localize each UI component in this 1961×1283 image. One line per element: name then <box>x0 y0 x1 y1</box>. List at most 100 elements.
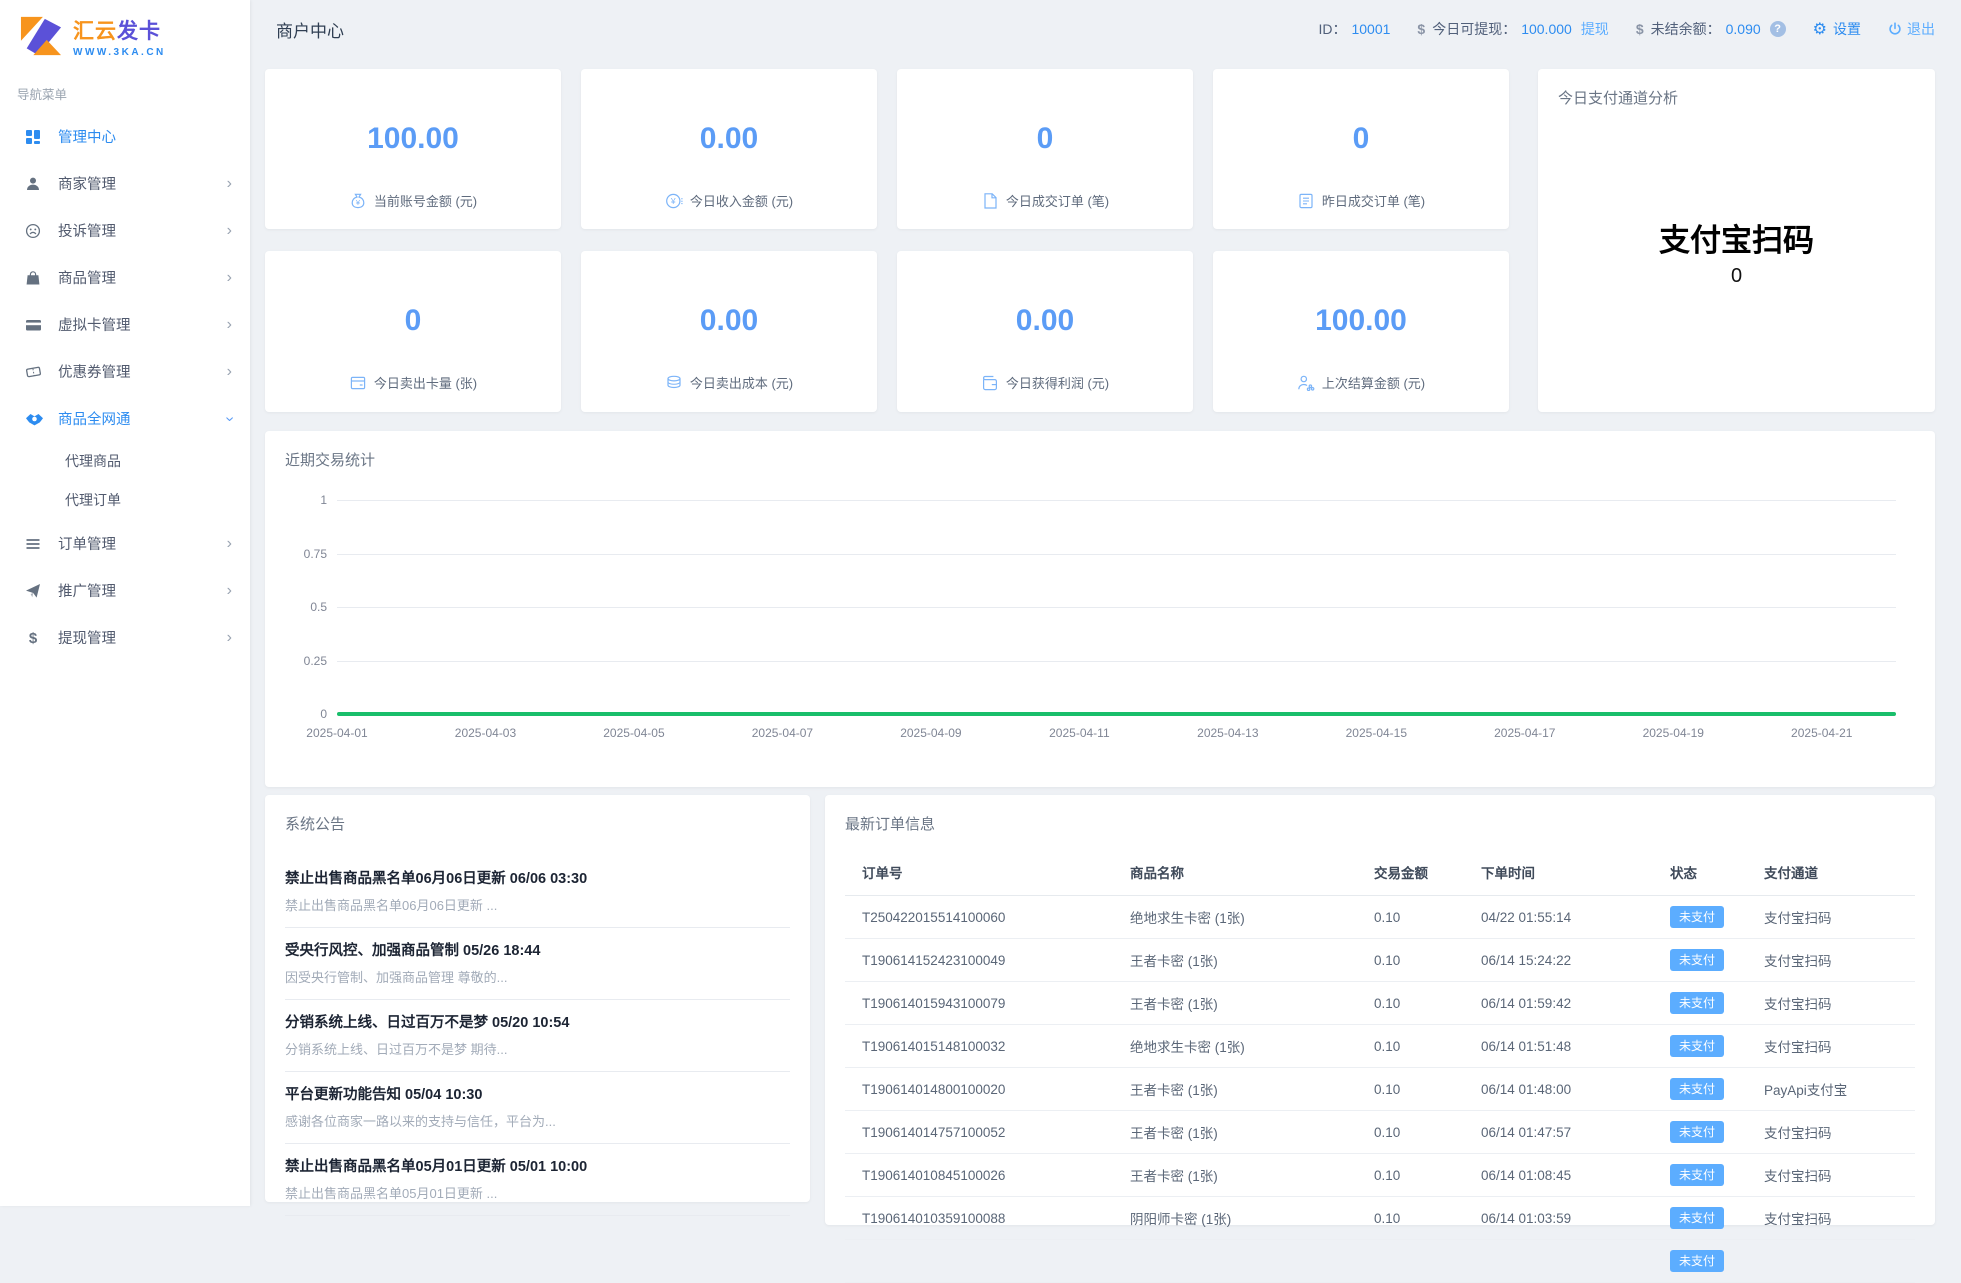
channel-cell: 支付宝扫码 <box>1747 938 1915 982</box>
withdraw-link[interactable]: 提现 <box>1581 19 1609 39</box>
table-row: 未支付 <box>845 1239 1915 1283</box>
merchant-id: ID： 10001 <box>1318 19 1390 39</box>
sidebar-item-商品全网通[interactable]: 商品全网通 › <box>0 395 250 442</box>
card-sold-icon <box>349 374 367 392</box>
order-no-cell: T250422015514100060 <box>845 895 1113 939</box>
orders-column-header: 交易金额 <box>1357 856 1464 896</box>
virtual-card-icon <box>25 317 45 333</box>
order-no-cell: T190614015943100079 <box>845 981 1113 1025</box>
product-cell: 王者卡密 (1张) <box>1113 938 1357 982</box>
channel-cell: 支付宝扫码 <box>1747 895 1915 939</box>
orders-column-header: 订单号 <box>845 856 1113 896</box>
yen-circle-icon: ¥ <box>665 192 683 210</box>
channel-cell: 支付宝扫码 <box>1747 1110 1915 1154</box>
x-axis-tick: 2025-04-17 <box>1494 726 1556 740</box>
sidebar-subitem-代理订单[interactable]: 代理订单 <box>0 481 250 520</box>
table-row: T190614015943100079 王者卡密 (1张) 0.10 06/14 01… <box>845 981 1915 1025</box>
stat-label: 当前账号金额 (元) <box>373 194 478 209</box>
order-status-cell: 未支付 <box>1653 895 1747 939</box>
order-no-cell <box>845 1239 1113 1283</box>
payment-channel-panel: 今日支付通道分析 支付宝扫码 0 <box>1538 69 1935 412</box>
settings-label: 设置 <box>1833 21 1861 37</box>
time-cell: 06/14 01:59:42 <box>1464 981 1653 1025</box>
notice-desc: 禁止出售商品黑名单06月06日更新 ... <box>285 898 498 913</box>
x-axis-tick: 2025-04-09 <box>900 726 962 740</box>
x-axis-tick: 2025-04-01 <box>306 726 368 740</box>
stat-value: 0 <box>1352 122 1370 155</box>
sidebar-item-商家管理[interactable]: 商家管理 › <box>0 160 250 207</box>
sidebar-item-label: 商家管理 <box>58 177 116 193</box>
document-icon <box>981 192 999 210</box>
sidebar-item-优惠券管理[interactable]: 优惠券管理 › <box>0 348 250 395</box>
nav-section-label: 导航菜单 <box>17 88 68 102</box>
sidebar-item-推广管理[interactable]: 推广管理 › <box>0 567 250 614</box>
payment-channel-summary: 支付宝扫码 0 <box>1538 215 1935 288</box>
product-cell: 绝地求生卡密 (1张) <box>1113 1024 1357 1068</box>
payment-channel-count: 0 <box>1730 265 1743 287</box>
chart-title: 近期交易统计 <box>285 452 376 469</box>
sidebar-item-虚拟卡管理[interactable]: 虚拟卡管理 › <box>0 301 250 348</box>
withdrawable-label: 今日可提现： <box>1432 21 1517 37</box>
order-no-cell: T190614015148100032 <box>845 1024 1113 1068</box>
amount-cell: 0.10 <box>1357 1110 1464 1154</box>
table-row: T190614014757100052 王者卡密 (1张) 0.10 06/14 01… <box>845 1110 1915 1154</box>
sidebar-item-商品管理[interactable]: 商品管理 › <box>0 254 250 301</box>
list-icon <box>1297 192 1315 210</box>
status-badge: 未支付 <box>1670 1035 1725 1057</box>
product-cell: 王者卡密 (1张) <box>1113 1110 1357 1154</box>
notice-title: 禁止出售商品黑名单05月01日更新 05/01 10:00 <box>285 1159 588 1175</box>
payment-channel-name: 支付宝扫码 <box>1659 223 1814 258</box>
time-cell: 06/14 01:48:00 <box>1464 1067 1653 1111</box>
sidebar-item-管理中心[interactable]: 管理中心 <box>0 113 250 160</box>
amount-cell: 0.10 <box>1357 1196 1464 1240</box>
sidebar-item-订单管理[interactable]: 订单管理 › <box>0 520 250 567</box>
orders-column-header: 商品名称 <box>1113 856 1357 896</box>
brand-logo-icon <box>18 15 64 57</box>
settings-button[interactable]: ⚙ 设置 <box>1813 19 1861 39</box>
sidebar-item-投诉管理[interactable]: 投诉管理 › <box>0 207 250 254</box>
sidebar-item-提现管理[interactable]: $ 提现管理 › <box>0 614 250 661</box>
product-cell: 王者卡密 (1张) <box>1113 981 1357 1025</box>
chevron-down-icon: › <box>221 415 239 422</box>
sidebar-item-label: 推广管理 <box>58 584 116 600</box>
gridline <box>337 607 1896 608</box>
product-cell: 王者卡密 (1张) <box>1113 1067 1357 1111</box>
stat-card: 0 今日卖出卡量 (张) <box>265 251 561 412</box>
channel-cell: PayApi支付宝 <box>1747 1067 1915 1111</box>
sidebar-subitem-代理商品[interactable]: 代理商品 <box>0 442 250 481</box>
orders-header-row: 订单号 商品名称 交易金额 下单时间 状态 支付通道 <box>845 856 1915 896</box>
system-notices-card: 系统公告 禁止出售商品黑名单06月06日更新 06/06 03:30 禁止出售商品… <box>265 795 810 1216</box>
order-no-cell: T190614014757100052 <box>845 1110 1113 1154</box>
stat-value: 0.00 <box>699 304 759 337</box>
brand-logo[interactable]: 汇云发卡 WWW.3KA.CN <box>0 0 250 62</box>
gridline <box>337 660 1896 662</box>
table-row: T190614014800100020 王者卡密 (1张) 0.10 06/14 01… <box>845 1067 1915 1111</box>
notice-item[interactable]: 禁止出售商品黑名单05月01日更新 05/01 10:00 禁止出售商品黑名单05… <box>285 1144 790 1216</box>
status-badge: 未支付 <box>1670 1207 1725 1229</box>
id-value: 10001 <box>1351 21 1391 37</box>
product-cell: 阴阳师卡密 (1张) <box>1113 1196 1357 1240</box>
notice-item[interactable]: 受央行风控、加强商品管制 05/26 18:44 因受央行管制、加强商品管理 尊敬… <box>285 928 790 1000</box>
order-no-cell: T190614010845100026 <box>845 1153 1113 1197</box>
status-badge: 未支付 <box>1670 1121 1725 1143</box>
order-status-cell: 未支付 <box>1653 1153 1747 1197</box>
settlement-icon <box>1297 374 1315 392</box>
x-axis-tick: 2025-04-03 <box>454 726 517 740</box>
notice-desc: 分销系统上线、日过百万不是梦 期待... <box>285 1042 508 1057</box>
brand-text: 汇云发卡 WWW.3KA.CN <box>73 15 166 58</box>
notice-item[interactable]: 平台更新功能告知 05/04 10:30 感谢各位商家一路以来的支持与信任，平台为… <box>285 1072 790 1144</box>
stat-card: 100.00 上次结算金额 (元) <box>1213 251 1509 412</box>
logout-label: 退出 <box>1907 21 1935 37</box>
help-icon[interactable]: ? <box>1769 21 1786 37</box>
notice-item[interactable]: 分销系统上线、日过百万不是梦 05/20 10:54 分销系统上线、日过百万不是梦… <box>285 1000 790 1072</box>
status-badge: 未支付 <box>1670 906 1725 928</box>
logout-button[interactable]: 退出 <box>1888 19 1935 39</box>
amount-cell: 0.10 <box>1357 1024 1464 1068</box>
status-badge: 未支付 <box>1670 992 1725 1014</box>
time-cell: 06/14 01:08:45 <box>1464 1153 1653 1197</box>
notice-item[interactable]: 禁止出售商品黑名单06月06日更新 06/06 03:30 禁止出售商品黑名单06… <box>285 856 790 928</box>
notice-title: 受央行风控、加强商品管制 05/26 18:44 <box>285 943 541 959</box>
order-status-cell: 未支付 <box>1653 981 1747 1025</box>
dashboard-icon <box>25 129 45 145</box>
stat-value: 0 <box>1036 122 1054 155</box>
